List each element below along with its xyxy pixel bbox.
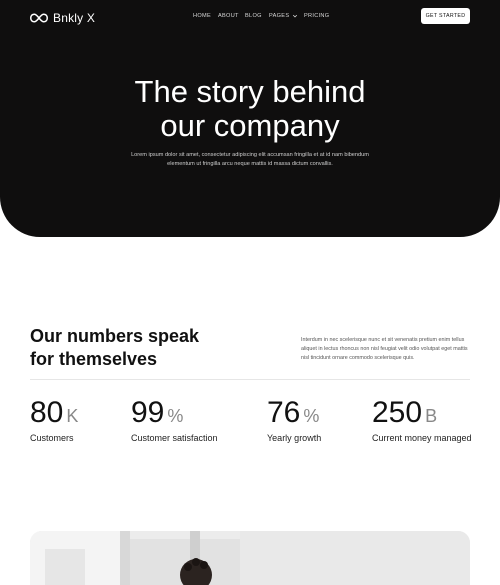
nav-item-about[interactable]: ABOUT <box>218 13 239 19</box>
nav-item-blog[interactable]: BLOG <box>245 13 262 19</box>
divider <box>30 379 470 380</box>
brand-name: Bnkly X <box>53 11 96 25</box>
stat-value: 99 <box>131 396 165 429</box>
numbers-description: Interdum in nec scelerisque nunc et sit … <box>301 337 468 361</box>
numbers-title: Our numbers speak for themselves <box>30 325 199 371</box>
chevron-down-icon <box>293 14 298 18</box>
stat-money-managed: 250 B Current money managed <box>372 396 472 443</box>
nav-item-pricing[interactable]: PRICING <box>304 13 329 19</box>
stat-unit: K <box>66 406 79 426</box>
stat-label: Customers <box>30 433 74 443</box>
hero-subtitle: Lorem ipsum dolor sit amet, consectetur … <box>131 152 369 167</box>
hero-title-line2: our company <box>160 108 340 143</box>
stat-value: 80 <box>30 396 64 429</box>
stat-label: Current money managed <box>372 433 472 443</box>
nav-item-home[interactable]: HOME <box>193 13 211 19</box>
stat-customers: 80 K Customers <box>30 396 78 443</box>
stat-unit: B <box>425 406 438 426</box>
numbers-title-line1: Our numbers speak <box>30 326 200 346</box>
stat-label: Yearly growth <box>267 433 322 443</box>
brand-logo[interactable]: Bnkly X <box>30 11 95 25</box>
stat-satisfaction: 99% Customer satisfaction <box>131 396 218 443</box>
numbers-title-line2: for themselves <box>30 349 158 369</box>
hero-title-line1: The story behind <box>134 74 366 109</box>
stat-unit: % <box>167 406 184 426</box>
hero-section: Bnkly X HOME ABOUT BLOG PAGES PRICING GE… <box>0 0 500 237</box>
team-photo <box>30 531 470 585</box>
nav-item-pages-label: PAGES <box>269 13 290 19</box>
infinity-icon <box>30 13 48 23</box>
stat-growth: 76% Yearly growth <box>267 396 321 443</box>
stat-value: 76 <box>267 396 301 429</box>
stat-value: 250 <box>372 396 423 429</box>
stat-label: Customer satisfaction <box>131 433 218 443</box>
stat-unit: % <box>303 406 320 426</box>
get-started-button[interactable]: GET STARTED <box>421 8 470 24</box>
hero-title: The story behind our company <box>0 75 500 143</box>
photo-illustration <box>30 531 470 585</box>
nav-item-pages[interactable]: PAGES <box>269 13 298 19</box>
